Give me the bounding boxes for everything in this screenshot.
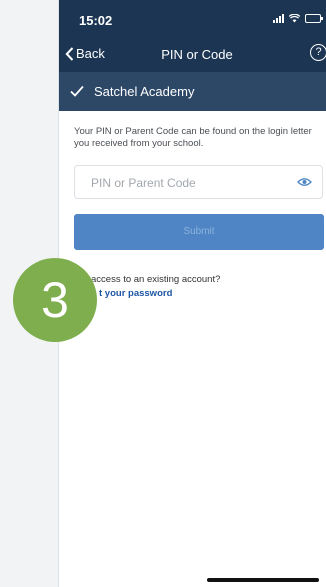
school-selector[interactable]: Satchel Academy (59, 72, 326, 111)
help-icon[interactable]: ? (310, 44, 326, 61)
existing-account-text: access to an existing account? (91, 274, 221, 285)
battery-icon (305, 14, 323, 23)
forgot-password-link[interactable]: t your password (99, 288, 172, 299)
eye-icon[interactable] (297, 177, 312, 187)
page-title: PIN or Code (161, 47, 233, 62)
pin-field (74, 165, 323, 200)
submit-button[interactable]: Submit (74, 214, 324, 250)
wifi-icon (289, 14, 300, 23)
status-bar: 15:02 (59, 0, 326, 38)
school-name: Satchel Academy (94, 84, 195, 99)
nav-bar: Back PIN or Code ? (59, 38, 326, 72)
step-number-badge: 3 (13, 258, 97, 342)
checkmark-icon (70, 85, 84, 97)
home-indicator[interactable] (207, 578, 319, 582)
signal-icon (273, 14, 284, 23)
status-icons (273, 14, 323, 23)
pin-input[interactable] (75, 166, 303, 200)
info-text: Your PIN or Parent Code can be found on … (74, 126, 312, 149)
phone-screen: 15:02 Back PIN or Code ? Satchel Academy… (58, 0, 326, 587)
status-time: 15:02 (79, 13, 113, 28)
